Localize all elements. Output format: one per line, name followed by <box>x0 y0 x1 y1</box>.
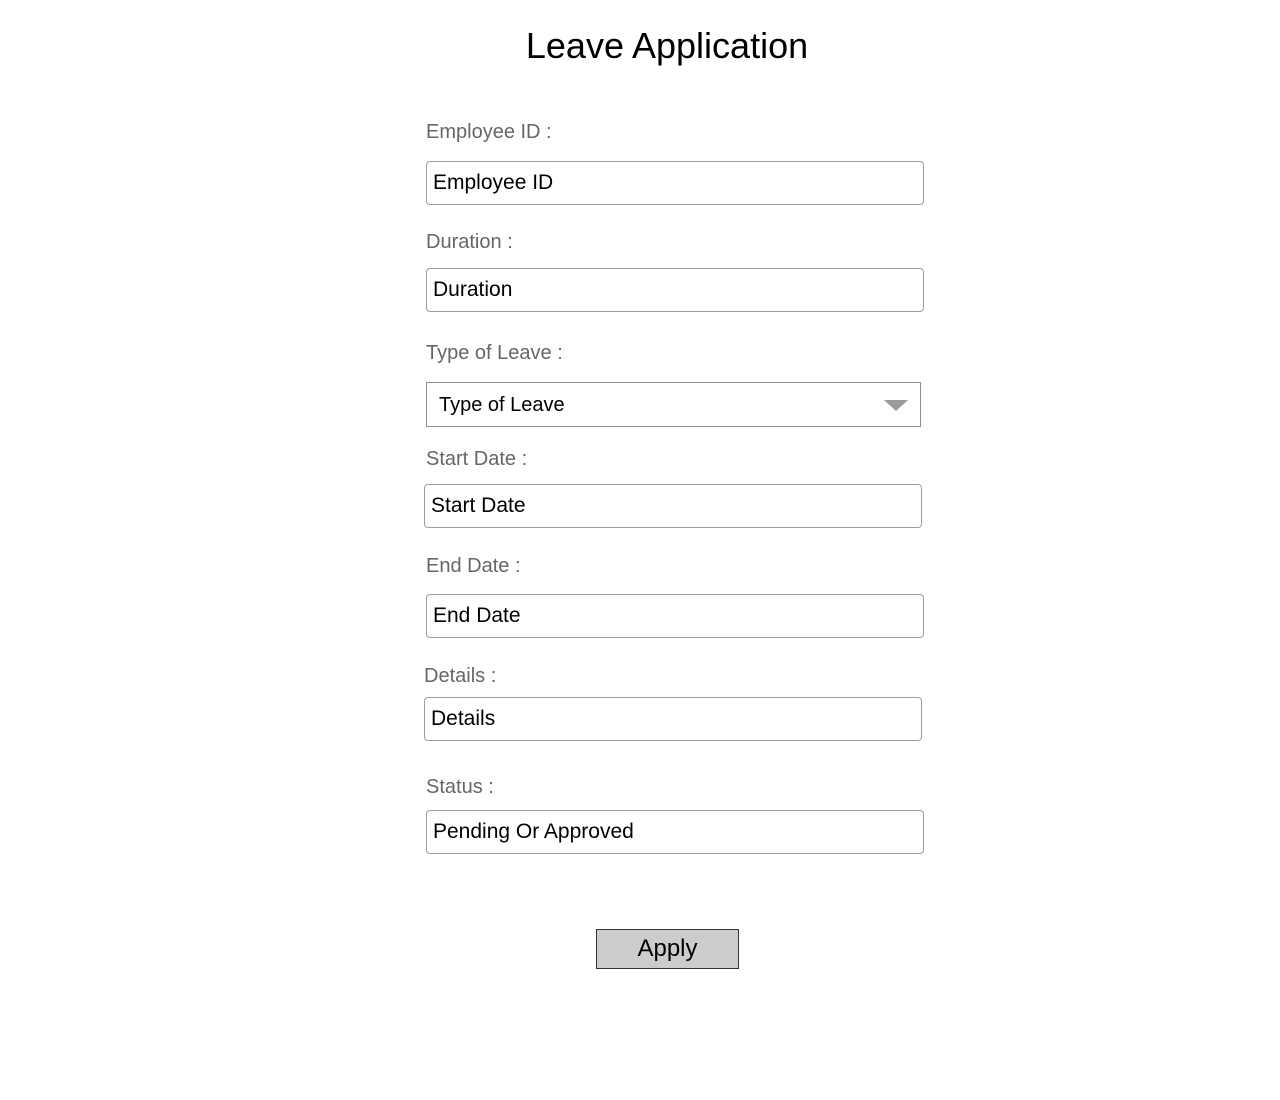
details-label: Details : <box>424 665 497 687</box>
employee-id-input[interactable] <box>426 161 924 205</box>
duration-input[interactable] <box>426 268 924 312</box>
details-input[interactable] <box>424 697 922 741</box>
page-title: Leave Application <box>525 25 809 66</box>
end-date-input[interactable] <box>426 594 924 638</box>
status-label: Status : <box>426 776 494 798</box>
status-input[interactable] <box>426 810 924 854</box>
leave-type-select[interactable]: Type of Leave <box>426 382 921 427</box>
apply-button[interactable]: Apply <box>596 929 739 969</box>
leave-type-selected-value: Type of Leave <box>439 394 565 416</box>
employee-id-label: Employee ID : <box>426 121 552 143</box>
start-date-label: Start Date : <box>426 448 528 470</box>
duration-label: Duration : <box>426 231 513 253</box>
end-date-label: End Date : <box>426 555 521 577</box>
start-date-input[interactable] <box>424 484 922 528</box>
leave-application-page: Leave Application Employee ID : Duration… <box>0 0 1280 1100</box>
leave-type-label: Type of Leave : <box>426 342 563 364</box>
chevron-down-icon <box>884 400 908 411</box>
